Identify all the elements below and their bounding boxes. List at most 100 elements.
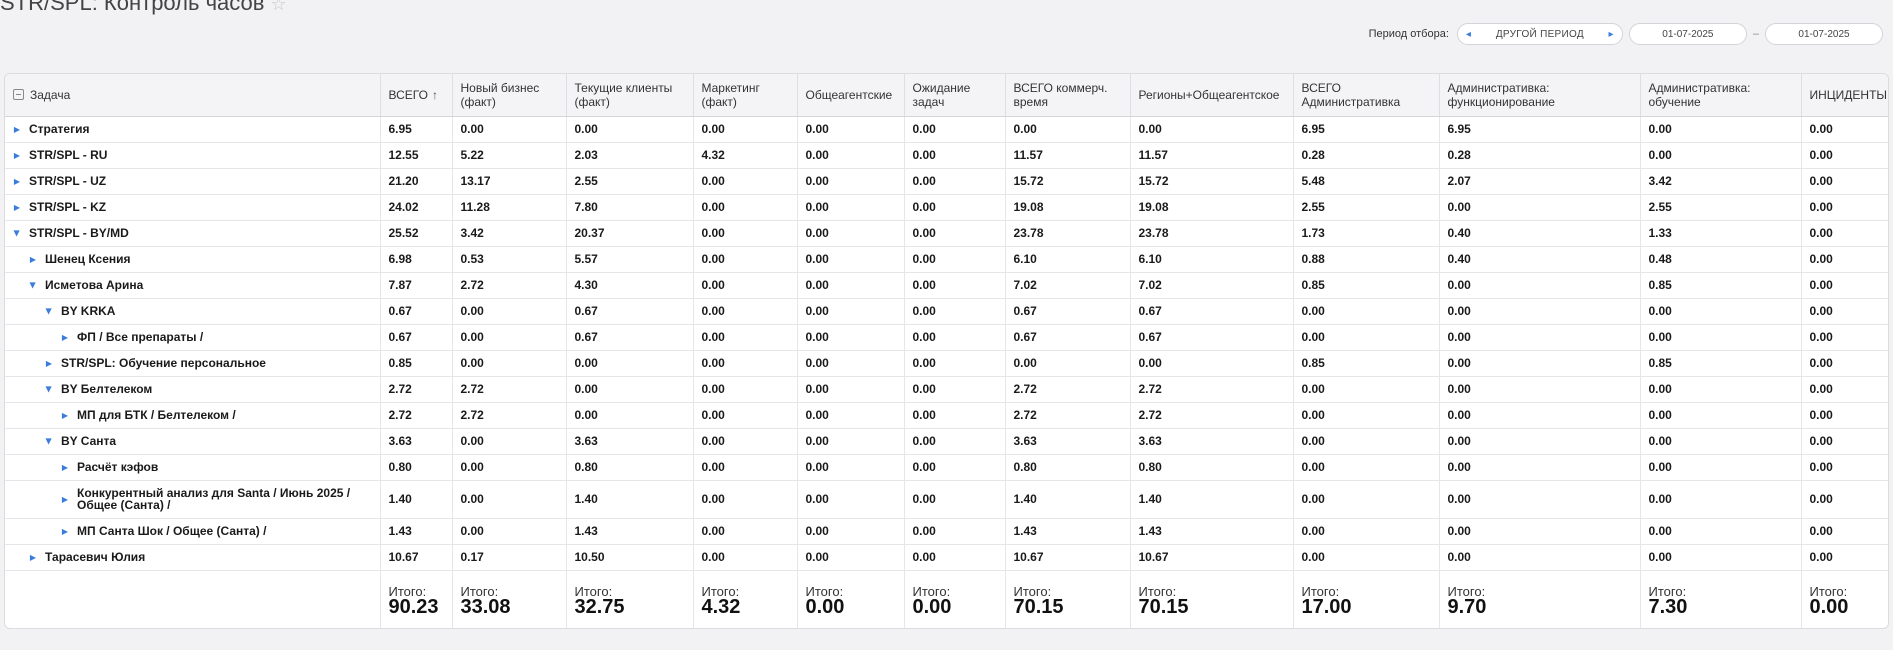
value-cell: 0.85 <box>1640 272 1802 299</box>
value-cell: 0.00 <box>1801 480 1888 519</box>
table-row[interactable]: ▶ STR/SPL - RU 12.55 5.22 2.03 4.32 0.00 0.00 11… <box>5 142 1888 169</box>
caret-down-icon[interactable]: ▶ <box>27 281 40 289</box>
period-prev-icon[interactable]: ◂ <box>1466 29 1471 40</box>
favorite-star-icon[interactable]: ☆ <box>270 0 286 14</box>
task-cell: ▶ Исметова Арина <box>5 272 381 299</box>
page-title: STR/SPL: Контроль часов ☆ <box>0 0 287 16</box>
caret-right-icon[interactable]: ▶ <box>13 201 21 214</box>
value-cell: 4.32 <box>693 142 798 169</box>
value-cell: 0.00 <box>452 324 567 351</box>
table-row[interactable]: ▶ STR/SPL: Обучение персональное 0.85 0.00 0… <box>5 350 1888 377</box>
caret-right-icon[interactable]: ▶ <box>61 461 69 474</box>
period-select[interactable]: ◂ ДРУГОЙ ПЕРИОД ▸ <box>1456 23 1623 45</box>
value-cell: 0.00 <box>904 480 1006 519</box>
value-cell: 0.00 <box>1439 454 1641 481</box>
table-row[interactable]: ▶ Исметова Арина 7.87 2.72 4.30 0.00 0.00 0.00 7… <box>5 272 1888 299</box>
value-cell: 0.00 <box>1801 428 1888 455</box>
total-value: 4.32 <box>701 595 741 618</box>
value-cell: 0.00 <box>904 194 1006 221</box>
task-label: МП Санта Шок / Общее (Санта) / <box>77 524 267 538</box>
value-cell: 0.00 <box>1801 246 1888 273</box>
task-cell: ▶ STR/SPL - UZ <box>5 168 381 195</box>
table-row[interactable]: ▶ STR/SPL - BY/MD 25.52 3.42 20.37 0.00 0.00 0.… <box>5 220 1888 247</box>
column-header-commercial-total[interactable]: ВСЕГО коммерч. время <box>1005 74 1131 117</box>
value-cell: 21.20 <box>380 168 453 195</box>
table-row[interactable]: ▶ BY Санта 3.63 0.00 3.63 0.00 0.00 0.00 3.63 3.6… <box>5 428 1888 455</box>
caret-right-icon[interactable]: ▶ <box>61 493 69 506</box>
task-label: STR/SPL - UZ <box>29 174 107 188</box>
table-row[interactable]: ▶ BY Белтелеком 2.72 2.72 0.00 0.00 0.00 0.00 2.… <box>5 376 1888 403</box>
task-cell: ▶ BY Белтелеком <box>5 376 381 403</box>
caret-right-icon[interactable]: ▶ <box>29 253 37 266</box>
caret-down-icon[interactable]: ▶ <box>11 229 24 237</box>
value-cell: 0.00 <box>797 324 905 351</box>
sort-ascending-icon[interactable]: ↑ <box>432 88 438 102</box>
value-cell: 0.00 <box>1005 350 1131 377</box>
task-label: Исметова Арина <box>45 278 144 292</box>
column-header-admin-total[interactable]: ВСЕГО Административка <box>1293 74 1440 117</box>
value-cell: 12.55 <box>380 142 453 169</box>
date-from-input[interactable] <box>1628 23 1747 45</box>
caret-right-icon[interactable]: ▶ <box>61 525 69 538</box>
task-cell: ▶ BY KRKA <box>5 298 381 325</box>
value-cell: 15.72 <box>1005 168 1131 195</box>
date-to-input[interactable] <box>1765 23 1883 45</box>
total-cell: Итого: 17.00 <box>1293 570 1440 628</box>
column-header-new-business[interactable]: Новый бизнес (факт) <box>452 74 567 117</box>
period-next-icon[interactable]: ▸ <box>1609 29 1614 40</box>
value-cell: 0.00 <box>693 402 798 429</box>
value-cell: 10.50 <box>566 544 694 571</box>
column-header-current-clients[interactable]: Текущие клиенты (факт) <box>566 74 694 117</box>
table-row[interactable]: ▶ МП Санта Шок / Общее (Санта) /1.43 0.00 1… <box>5 518 1888 545</box>
caret-right-icon[interactable]: ▶ <box>29 551 37 564</box>
caret-down-icon[interactable]: ▶ <box>43 307 56 315</box>
column-header-task[interactable]: Задача <box>5 74 381 117</box>
caret-right-icon[interactable]: ▶ <box>61 409 69 422</box>
table-row[interactable]: ▶ Шенец Ксения 6.98 0.53 5.57 0.00 0.00 0.00 6.1… <box>5 246 1888 273</box>
value-cell: 6.95 <box>1293 116 1440 143</box>
caret-down-icon[interactable]: ▶ <box>43 385 56 393</box>
value-cell: 3.63 <box>1130 428 1294 455</box>
value-cell: 0.00 <box>797 298 905 325</box>
caret-right-icon[interactable]: ▶ <box>13 123 21 136</box>
value-cell: 0.00 <box>452 298 567 325</box>
total-cell: Итого: 70.15 <box>1130 570 1294 628</box>
caret-right-icon[interactable]: ▶ <box>13 175 21 188</box>
value-cell: 0.00 <box>797 518 905 545</box>
value-cell: 19.08 <box>1130 194 1294 221</box>
column-header-regions[interactable]: Регионы+Общеагентское <box>1130 74 1294 117</box>
column-header-incidents[interactable]: ИНЦИДЕНТЫ <box>1801 74 1888 117</box>
table-row[interactable]: ▶ Тарасевич Юлия 10.67 0.17 10.50 0.00 0.00 0.0… <box>5 544 1888 571</box>
value-cell: 2.72 <box>1130 376 1294 403</box>
table-row[interactable]: ▶ STR/SPL - KZ 24.02 11.28 7.80 0.00 0.00 0.00 1… <box>5 194 1888 221</box>
column-header-waiting[interactable]: Ожидание задач <box>904 74 1006 117</box>
caret-right-icon[interactable]: ▶ <box>13 149 21 162</box>
caret-down-icon[interactable]: ▶ <box>43 437 56 445</box>
caret-right-icon[interactable]: ▶ <box>61 331 69 344</box>
total-cell: Итого: 90.23 <box>380 570 453 628</box>
total-value: 0.00 <box>1809 595 1849 618</box>
value-cell: 0.00 <box>904 376 1006 403</box>
value-cell: 0.00 <box>693 220 798 247</box>
table-row[interactable]: ▶ Стратегия 6.95 0.00 0.00 0.00 0.00 0.00 0.00 0.… <box>5 116 1888 143</box>
value-cell: 0.00 <box>1640 376 1802 403</box>
column-header-admin-functioning[interactable]: Административка: функционирование <box>1439 74 1641 117</box>
column-header-marketing[interactable]: Маркетинг (факт) <box>693 74 798 117</box>
column-header-agency-wide[interactable]: Общеагентские <box>797 74 905 117</box>
value-cell: 11.57 <box>1130 142 1294 169</box>
table-row[interactable]: ▶ STR/SPL - UZ 21.20 13.17 2.55 0.00 0.00 0.00 1… <box>5 168 1888 195</box>
column-header-admin-training[interactable]: Административка: обучение <box>1640 74 1802 117</box>
table-row[interactable]: ▶ ФП / Все препараты /0.67 0.00 0.67 0.00 0.0… <box>5 324 1888 351</box>
caret-right-icon[interactable]: ▶ <box>45 357 53 370</box>
table-row[interactable]: ▶ BY KRKA 0.67 0.00 0.67 0.00 0.00 0.00 0.67 0.67… <box>5 298 1888 325</box>
value-cell: 0.00 <box>693 194 798 221</box>
value-cell: 0.80 <box>566 454 694 481</box>
value-cell: 0.00 <box>797 168 905 195</box>
column-toggle-icon[interactable] <box>13 88 24 100</box>
column-header-total[interactable]: ВСЕГО ↑ <box>380 74 453 117</box>
table-row[interactable]: ▶ МП для БТК / Белтелеком /2.72 2.72 0.00 0.… <box>5 402 1888 429</box>
value-cell: 0.00 <box>1640 518 1802 545</box>
table-row[interactable]: ▶ Конкурентный анализ для Santa / Июнь 20… <box>5 480 1888 519</box>
table-row[interactable]: ▶ Расчёт кэфов 0.80 0.00 0.80 0.00 0.00 0.00 0.8… <box>5 454 1888 481</box>
value-cell: 23.78 <box>1005 220 1131 247</box>
